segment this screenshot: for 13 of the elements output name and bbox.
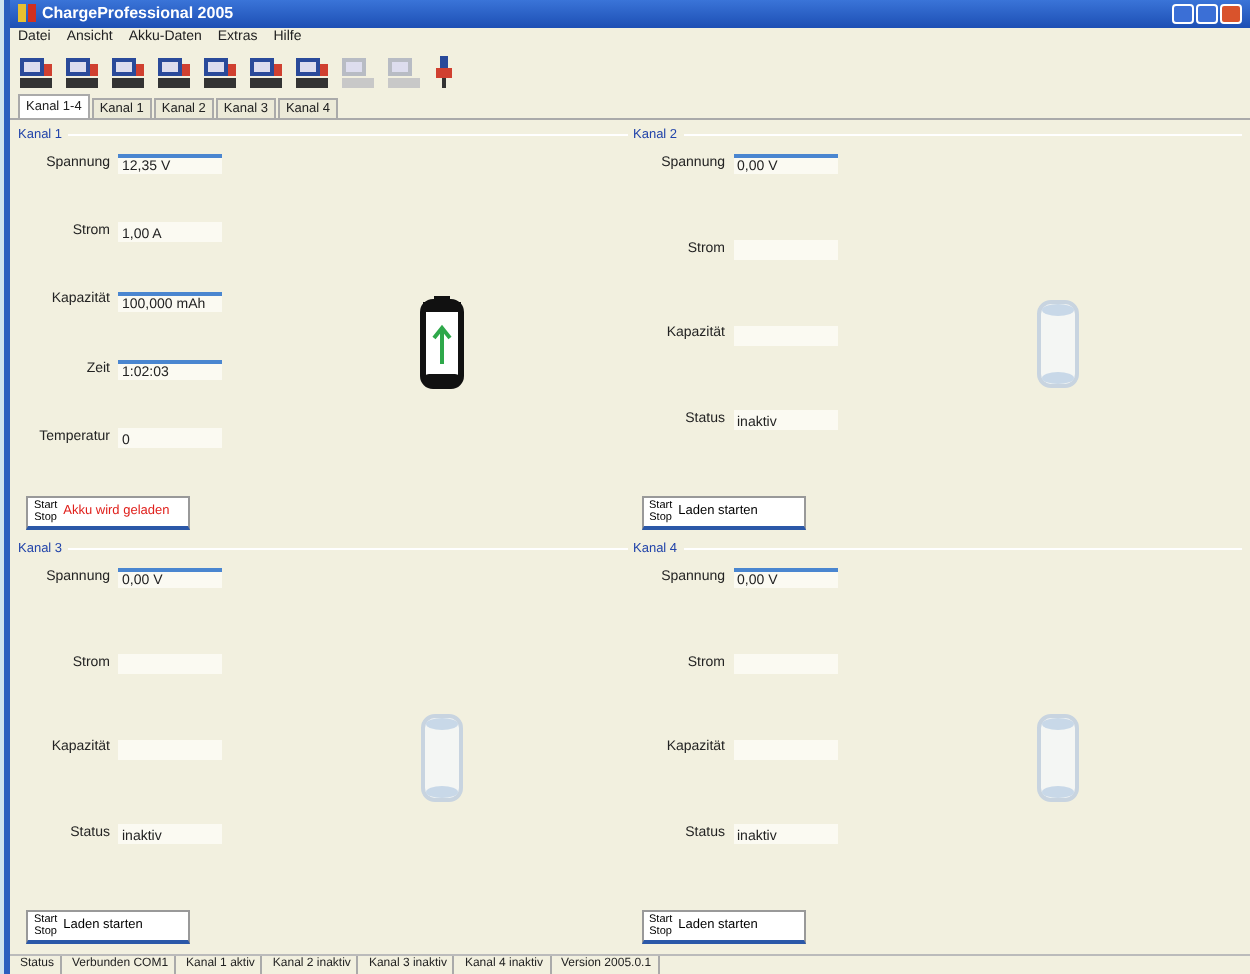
device-icon[interactable]: [248, 54, 284, 90]
maximize-button[interactable]: [1196, 4, 1218, 24]
device-icon[interactable]: [110, 54, 146, 90]
device-icon[interactable]: [156, 54, 192, 90]
device-icon[interactable]: [18, 54, 54, 90]
device-icon[interactable]: [64, 54, 100, 90]
close-button[interactable]: [1220, 4, 1242, 24]
device-icon[interactable]: [202, 54, 238, 90]
window-title: ChargeProfessional 2005: [42, 2, 234, 26]
minimize-button[interactable]: [1172, 4, 1194, 24]
app-icon: [18, 2, 36, 26]
device-icon[interactable]: [294, 54, 330, 90]
plug-icon[interactable]: [432, 54, 456, 90]
